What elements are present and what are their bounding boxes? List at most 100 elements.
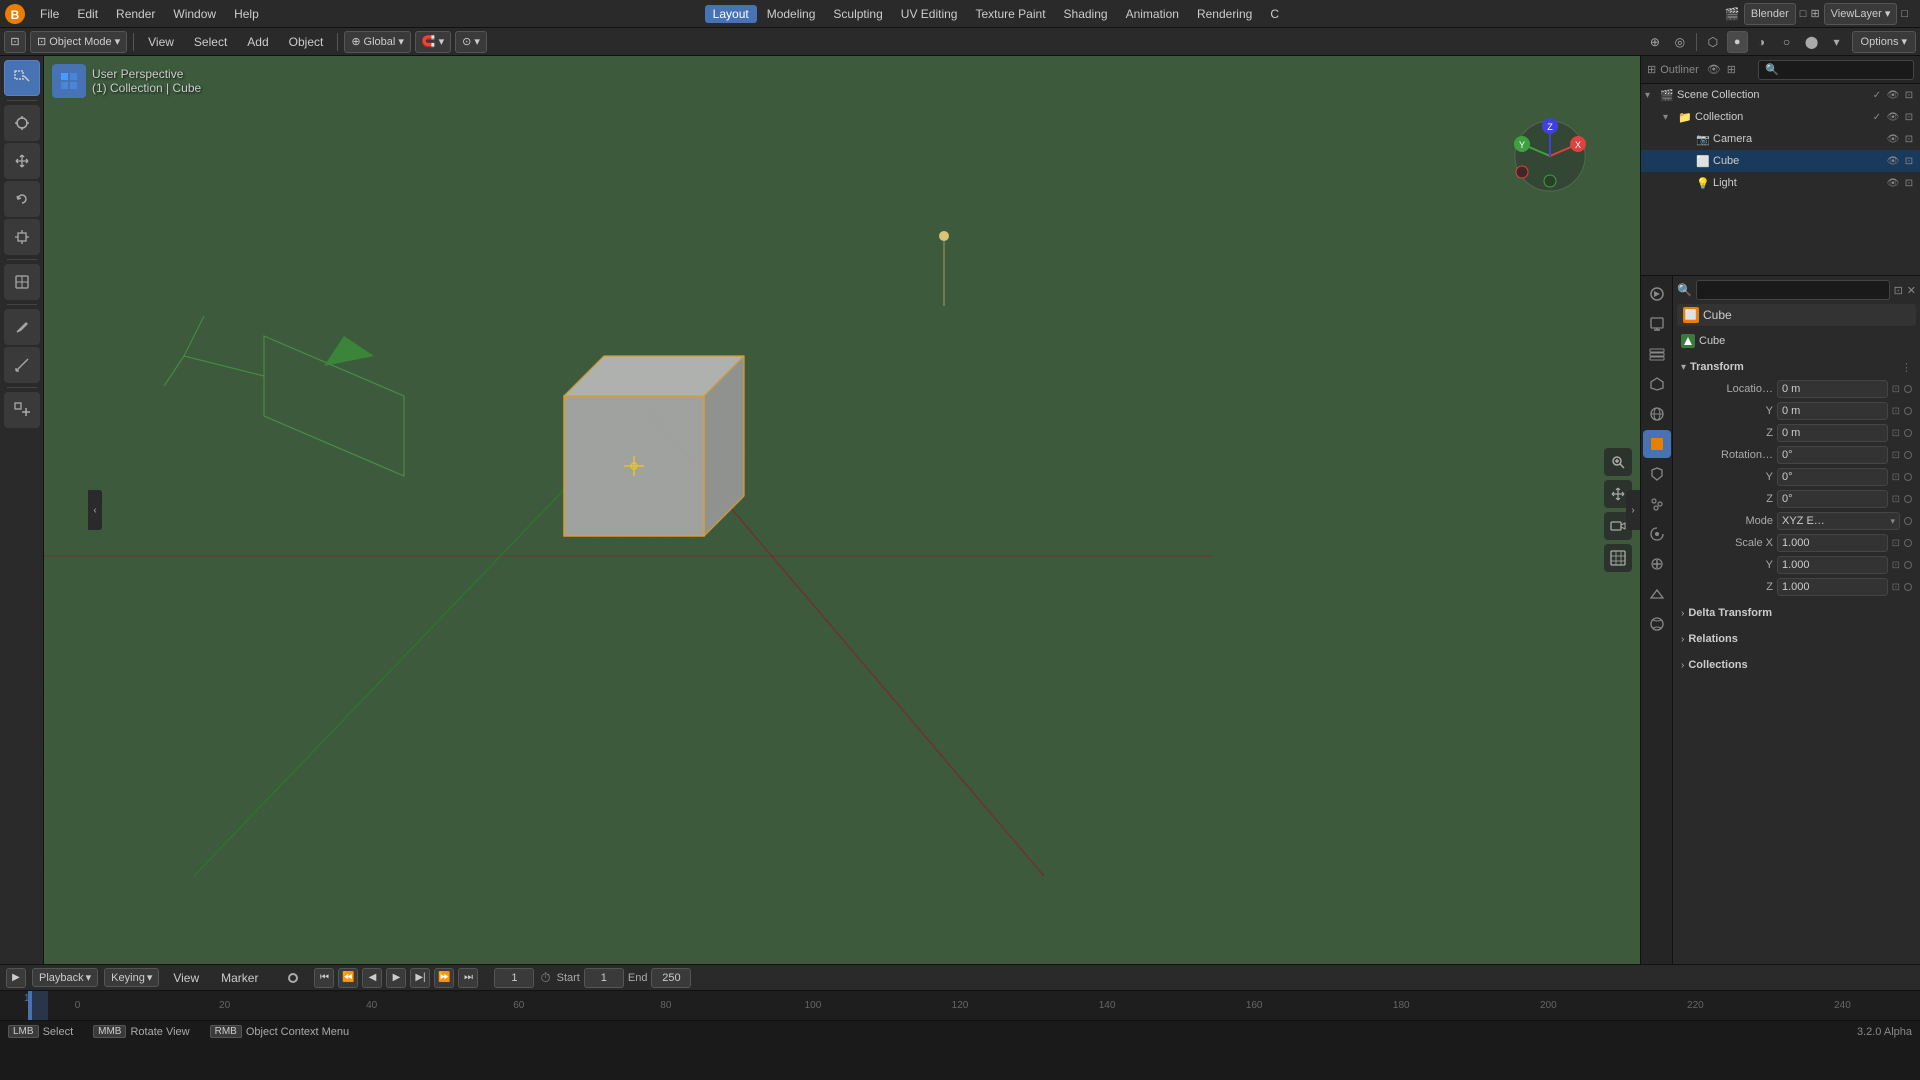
particles-props-btn[interactable]: [1643, 490, 1671, 518]
camera-item[interactable]: ▶ 📷 Camera 👁 ⊡: [1641, 128, 1920, 150]
menu-render[interactable]: Render: [108, 5, 163, 23]
material-props-btn[interactable]: [1643, 610, 1671, 638]
tools-collapse-btn[interactable]: ‹: [88, 490, 102, 530]
measure-tool-btn[interactable]: [4, 347, 40, 383]
jump-start-btn[interactable]: ⏮: [314, 968, 334, 988]
jump-end-btn[interactable]: ⏭: [458, 968, 478, 988]
scale-x-dot[interactable]: [1904, 539, 1912, 547]
rotation-x-value[interactable]: 0°: [1777, 446, 1888, 464]
gizmo-icon[interactable]: ⊕: [1644, 31, 1666, 53]
props-more-icon[interactable]: ⊡: [1894, 284, 1903, 297]
shading-solid-btn[interactable]: ●: [1727, 31, 1748, 53]
end-frame-input[interactable]: [651, 968, 691, 988]
workspace-modeling[interactable]: Modeling: [759, 5, 824, 23]
timeline-view-menu[interactable]: View: [165, 969, 207, 987]
mode-value[interactable]: XYZ E… ▾: [1777, 512, 1900, 530]
delta-transform-header[interactable]: › Delta Transform: [1677, 602, 1916, 624]
blender-logo[interactable]: B: [4, 3, 26, 25]
workspace-sculpting[interactable]: Sculpting: [825, 5, 890, 23]
rot-y-icon[interactable]: ⊡: [1892, 472, 1900, 483]
col-check-icon[interactable]: ✓: [1870, 112, 1884, 123]
xray-icon[interactable]: ⬡: [1702, 31, 1724, 53]
overlay-icon[interactable]: ◎: [1669, 31, 1691, 53]
options-btn[interactable]: Options ▾: [1852, 31, 1916, 53]
props-extra-icon[interactable]: ✕: [1907, 284, 1916, 297]
transform-section-header[interactable]: ▾ Transform ⋮: [1677, 356, 1916, 378]
add-object-tool-btn[interactable]: [4, 392, 40, 428]
rot-z-icon[interactable]: ⊡: [1892, 494, 1900, 505]
loc-x-dot[interactable]: [1904, 385, 1912, 393]
light-eye-icon[interactable]: 👁: [1886, 178, 1900, 189]
location-y-value[interactable]: 0 m: [1777, 402, 1888, 420]
next-frame-btn[interactable]: ▶|: [410, 968, 430, 988]
rot-x-icon[interactable]: ⊡: [1892, 450, 1900, 461]
object-data-props-btn[interactable]: [1643, 580, 1671, 608]
workspace-layout[interactable]: Layout: [705, 5, 757, 23]
loc-z-dot[interactable]: [1904, 429, 1912, 437]
prev-keyframe-btn[interactable]: ⏪: [338, 968, 358, 988]
prev-frame-btn[interactable]: ◀: [362, 968, 382, 988]
physics-props-btn[interactable]: [1643, 520, 1671, 548]
cam-select-icon[interactable]: ⊡: [1902, 134, 1916, 145]
scale-y-icon[interactable]: ⊡: [1892, 560, 1900, 571]
start-frame-input[interactable]: [584, 968, 624, 988]
world-props-btn[interactable]: [1643, 400, 1671, 428]
next-keyframe-btn[interactable]: ⏩: [434, 968, 454, 988]
data-name-field[interactable]: [1699, 335, 1912, 347]
cube-select-icon[interactable]: ⊡: [1902, 156, 1916, 167]
loc-y-dot[interactable]: [1904, 407, 1912, 415]
loc-y-icon[interactable]: ⊡: [1892, 406, 1900, 417]
scale-y-dot[interactable]: [1904, 561, 1912, 569]
annotate-tool-btn[interactable]: [4, 309, 40, 345]
loc-x-icon[interactable]: ⊡: [1892, 384, 1900, 395]
shading-dropdown[interactable]: ▾: [1826, 31, 1848, 53]
shading-render-btn[interactable]: ○: [1776, 31, 1798, 53]
scene-props-btn[interactable]: [1643, 370, 1671, 398]
timeline-marker-menu[interactable]: Marker: [213, 969, 266, 987]
timeline-track[interactable]: 0 20 40 60 80 100 120 140 160 180 200 22…: [0, 991, 1920, 1020]
workspace-rendering[interactable]: Rendering: [1189, 5, 1260, 23]
scale-tool-btn[interactable]: [4, 219, 40, 255]
col-eye-icon[interactable]: 👁: [1886, 112, 1900, 123]
scale-x-value[interactable]: 1.000: [1777, 534, 1888, 552]
cursor-tool-btn[interactable]: [4, 105, 40, 141]
rotation-y-value[interactable]: 0°: [1777, 468, 1888, 486]
add-menu[interactable]: Add: [239, 33, 276, 51]
relations-header[interactable]: › Relations: [1677, 628, 1916, 650]
location-z-value[interactable]: 0 m: [1777, 424, 1888, 442]
mode-dot[interactable]: [1904, 517, 1912, 525]
shading-material-btn[interactable]: ◑: [1751, 31, 1773, 53]
mode-selector[interactable]: ⊡ Object Mode ▾: [30, 31, 127, 53]
scale-z-dot[interactable]: [1904, 583, 1912, 591]
light-item[interactable]: ▶ 💡 Light 👁 ⊡: [1641, 172, 1920, 194]
transform-tool-btn[interactable]: [4, 264, 40, 300]
sc-check-icon[interactable]: ✓: [1870, 90, 1884, 101]
timeline-editor-type[interactable]: ▶: [6, 968, 26, 988]
transform-orientation[interactable]: ⊕ Global ▾: [344, 31, 411, 53]
menu-window[interactable]: Window: [165, 5, 224, 23]
current-frame-input[interactable]: [494, 968, 534, 988]
scale-z-icon[interactable]: ⊡: [1892, 582, 1900, 593]
grid-view-btn[interactable]: [1604, 544, 1632, 572]
outliner-search-input[interactable]: [1758, 60, 1914, 80]
menu-file[interactable]: File: [32, 5, 67, 23]
menu-help[interactable]: Help: [226, 5, 267, 23]
sc-select-icon[interactable]: ⊡: [1902, 90, 1916, 101]
render-props-btn[interactable]: [1643, 280, 1671, 308]
select-menu[interactable]: Select: [186, 33, 235, 51]
rot-z-dot[interactable]: [1904, 495, 1912, 503]
scale-x-icon[interactable]: ⊡: [1892, 538, 1900, 549]
view-layer-props-btn[interactable]: [1643, 340, 1671, 368]
loc-z-icon[interactable]: ⊡: [1892, 428, 1900, 439]
view-menu[interactable]: View: [140, 33, 182, 51]
rotate-tool-btn[interactable]: [4, 181, 40, 217]
editor-type-btn[interactable]: ⊡: [4, 31, 26, 53]
keying-menu[interactable]: Keying ▾: [104, 968, 159, 987]
sc-eye-icon[interactable]: 👁: [1886, 90, 1900, 101]
zoom-in-btn[interactable]: [1604, 448, 1632, 476]
location-x-value[interactable]: 0 m: [1777, 380, 1888, 398]
cube-item[interactable]: ▶ ⬜ Cube 👁 ⊡: [1641, 150, 1920, 172]
scale-z-value[interactable]: 1.000: [1777, 578, 1888, 596]
play-btn[interactable]: ▶: [386, 968, 406, 988]
workspace-more[interactable]: C: [1262, 5, 1287, 23]
